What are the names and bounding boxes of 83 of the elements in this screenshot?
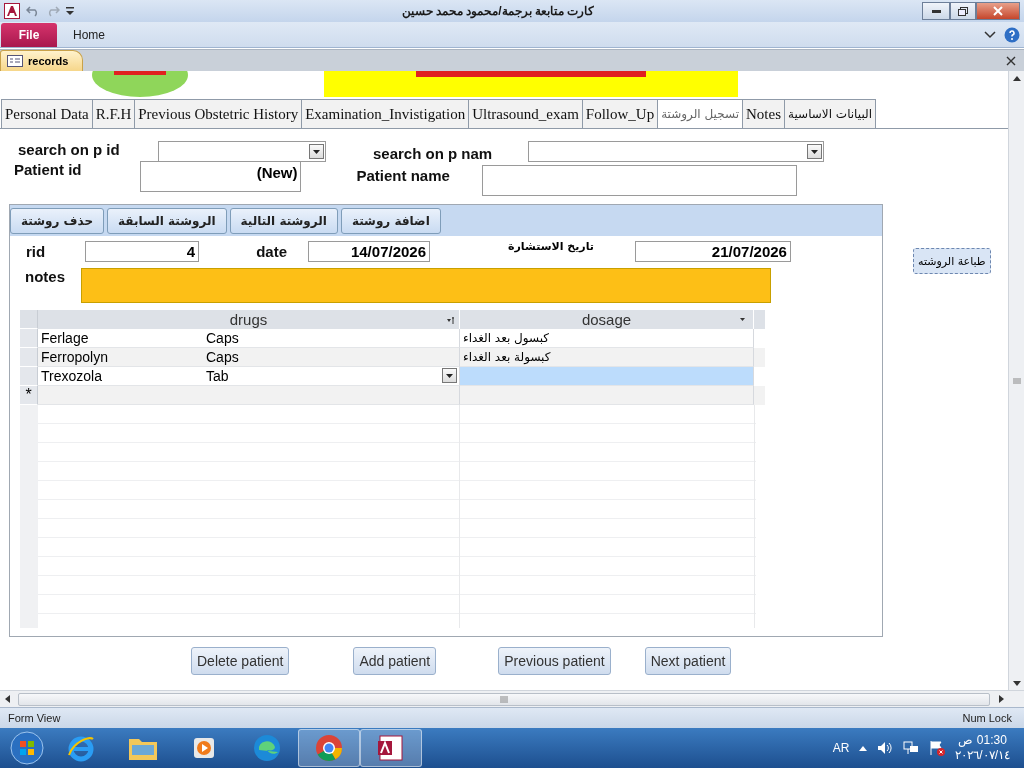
field-label: Patient id (14, 161, 82, 178)
status-text: Form View (8, 712, 61, 724)
search-name-combo[interactable] (528, 141, 824, 162)
prescription-button[interactable]: اضافة روشتة (340, 207, 441, 234)
ribbon-tab[interactable]: Home (57, 27, 121, 42)
drug-name: Ferlage (41, 330, 90, 346)
search-id-combo[interactable] (158, 141, 326, 162)
field-label: rid (26, 242, 46, 260)
patient-button[interactable]: Next patient (644, 647, 732, 675)
scroll-grip-icon (500, 695, 508, 703)
status-text: Num Lock (962, 712, 1012, 724)
drug-name: Trexozola (41, 368, 103, 384)
field-label: Patient name (356, 167, 450, 184)
close-icon (993, 6, 1003, 16)
access-taskbar-icon[interactable] (360, 729, 422, 767)
window-title: كارت متابعة برجمة/محمود محمد حسين (400, 4, 596, 18)
prescription-button[interactable]: حذف روشتة (10, 207, 105, 234)
form-tab[interactable]: Examination_Invistigation (301, 99, 470, 128)
patient-name-field[interactable] (481, 165, 797, 196)
form-tab[interactable]: Personal Data (1, 99, 93, 128)
rid-field[interactable]: 4 (85, 240, 200, 262)
dropdown-button[interactable] (442, 368, 457, 383)
close-button[interactable] (976, 2, 1020, 20)
drug-name: Ferropolyn (41, 349, 109, 365)
drug-form: Caps (206, 349, 239, 365)
field-label: notes (25, 268, 65, 285)
field-label: date (256, 242, 287, 260)
tray-expand-icon[interactable] (859, 745, 868, 751)
caret-icon (740, 318, 745, 321)
minimize-button[interactable] (922, 2, 950, 20)
scroll-thumb[interactable] (18, 692, 990, 706)
file-tab[interactable]: File (1, 22, 57, 47)
down-arrow-icon (1012, 680, 1021, 686)
drug-form: Tab (206, 368, 229, 384)
caret-icon (811, 149, 818, 154)
left-arrow-icon (4, 695, 10, 703)
close-icon[interactable] (1006, 55, 1016, 66)
action-center-icon[interactable] (929, 740, 946, 756)
prescription-button[interactable]: الروشتة السابقة (107, 207, 227, 234)
document-tab[interactable]: records (0, 50, 84, 71)
help-icon[interactable] (1004, 26, 1020, 43)
caret-icon (313, 149, 320, 154)
restore-button[interactable] (950, 2, 976, 20)
field-label: search on p nam (373, 145, 494, 162)
form-icon (7, 55, 23, 67)
print-button[interactable]: طباعة الروشته (913, 248, 991, 274)
patient-button[interactable]: Delete patient (191, 647, 290, 675)
form-tab[interactable]: البيانات الاساسية (784, 99, 876, 128)
table-cell[interactable] (38, 386, 460, 405)
table-cell[interactable] (460, 386, 754, 405)
date-field[interactable]: 14/07/2026 (308, 240, 430, 262)
speaker-icon[interactable] (877, 741, 894, 755)
prescription-button[interactable]: الروشتة التالية (229, 207, 338, 234)
up-arrow-icon (1012, 75, 1021, 81)
new-row-marker: * (20, 386, 38, 405)
form-tab[interactable]: Ultrasound_exam (468, 99, 583, 128)
right-arrow-icon (998, 695, 1004, 703)
form-tab[interactable]: Previous Obstetric History (134, 99, 303, 128)
form-tab[interactable]: Notes (742, 99, 785, 128)
notes-field[interactable] (81, 268, 771, 303)
drug-form: Caps (206, 330, 239, 346)
scroll-grip-icon[interactable] (1012, 377, 1021, 384)
customize-menu-icon[interactable] (66, 6, 74, 16)
patient-button[interactable]: Add patient (353, 647, 437, 675)
patient-button[interactable]: Previous patient (498, 647, 611, 675)
network-icon[interactable] (903, 741, 920, 755)
select-all-corner (20, 310, 38, 329)
field-label: تاريخ الاستشارة (508, 240, 594, 253)
patient-id-field[interactable]: (New) (139, 161, 301, 192)
app-logo-icon (4, 3, 20, 19)
undo-icon[interactable] (26, 5, 40, 17)
ribbon-collapse-icon[interactable] (984, 30, 996, 39)
language-indicator[interactable]: AR (832, 741, 850, 755)
minimize-icon (931, 9, 941, 13)
dosage-cell[interactable] (460, 367, 754, 386)
consult-date-field[interactable]: 21/07/2026 (634, 240, 791, 262)
clock[interactable]: ص 01:30 ٢٠٢٦/٠٧/١٤ (955, 733, 1010, 763)
form-tab[interactable]: R.F.H (91, 99, 136, 128)
caret-icon (446, 373, 453, 378)
form-tab[interactable]: Follow_Up (581, 99, 659, 128)
sort-filter-icon (447, 315, 455, 324)
restore-icon (958, 6, 968, 16)
field-label: search on p id (18, 141, 121, 158)
